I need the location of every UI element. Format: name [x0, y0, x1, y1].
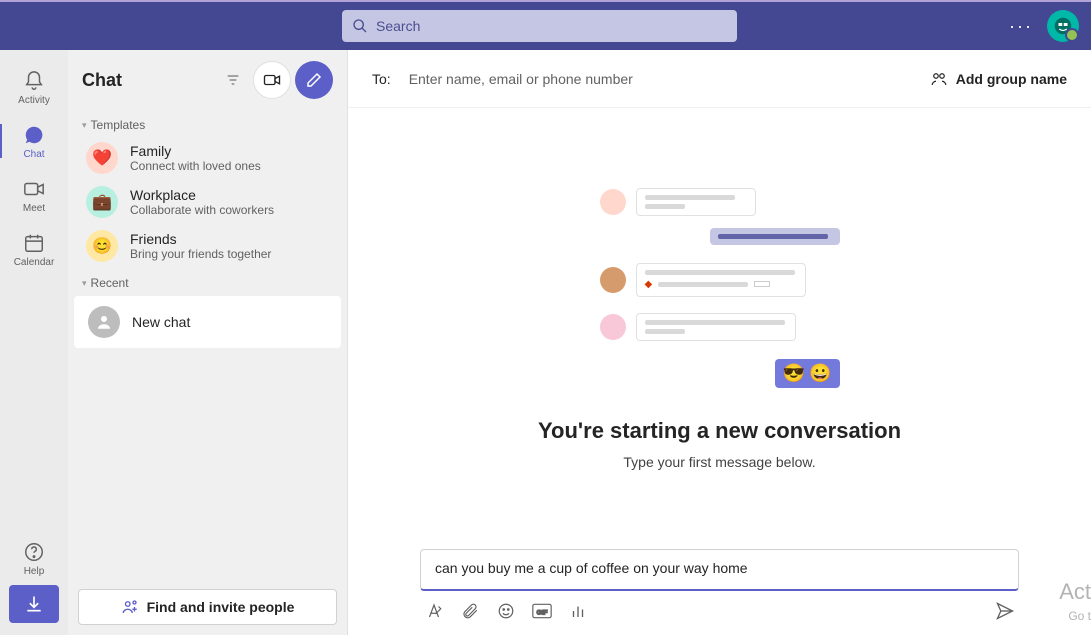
rail-label: Help: [24, 566, 45, 577]
emoji-button[interactable]: [496, 601, 516, 621]
template-workplace[interactable]: 💼 Workplace Collaborate with coworkers: [68, 180, 347, 224]
filter-icon: [225, 72, 241, 88]
chat-icon: [22, 123, 46, 147]
send-icon: [995, 601, 1015, 621]
person-icon: [88, 306, 120, 338]
briefcase-icon: 💼: [86, 186, 118, 218]
avatar-face-icon: [1054, 17, 1072, 35]
help-icon: [22, 540, 46, 564]
people-add-icon: [121, 598, 139, 616]
svg-text:GIF: GIF: [536, 609, 547, 616]
emoji-reaction-icon: 😎😀: [775, 359, 840, 388]
invite-people-button[interactable]: Find and invite people: [78, 589, 337, 625]
recent-title: New chat: [132, 314, 190, 330]
section-recent[interactable]: Recent: [68, 268, 347, 294]
compose-icon: [305, 71, 323, 89]
emoji-icon: [497, 602, 515, 620]
poll-icon: [569, 602, 587, 620]
to-input[interactable]: [409, 71, 930, 87]
smile-icon: 😊: [86, 230, 118, 262]
rail-label: Activity: [18, 95, 50, 106]
template-title: Workplace: [130, 187, 274, 203]
rail-label: Calendar: [14, 257, 55, 268]
rail-chat[interactable]: Chat: [0, 114, 68, 168]
recent-new-chat[interactable]: New chat: [74, 296, 341, 348]
rail-help[interactable]: Help: [0, 531, 68, 585]
rail-label: Chat: [23, 149, 44, 160]
search-wrap: [342, 10, 737, 42]
user-avatar[interactable]: [1047, 10, 1079, 42]
invite-label: Find and invite people: [147, 599, 295, 615]
format-button[interactable]: [424, 601, 444, 621]
paperclip-icon: [461, 602, 479, 620]
app-rail: Activity Chat Meet Calendar Help: [0, 50, 68, 635]
search-box[interactable]: [342, 10, 737, 42]
filter-button[interactable]: [217, 64, 249, 96]
meet-now-button[interactable]: [253, 61, 291, 99]
template-friends[interactable]: 😊 Friends Bring your friends together: [68, 224, 347, 268]
to-label: To:: [372, 71, 391, 87]
bell-icon: [22, 69, 46, 93]
conversation-area: To: Add group name ◆ 😎😀 Y: [348, 50, 1091, 635]
poll-button[interactable]: [568, 601, 588, 621]
rail-activity[interactable]: Activity: [0, 60, 68, 114]
gif-button[interactable]: GIF: [532, 601, 552, 621]
template-title: Family: [130, 143, 261, 159]
calendar-icon: [22, 231, 46, 255]
heart-icon: ❤️: [86, 142, 118, 174]
download-icon: [24, 594, 44, 614]
template-subtitle: Collaborate with coworkers: [130, 203, 274, 217]
download-button[interactable]: [9, 585, 59, 623]
template-subtitle: Connect with loved ones: [130, 159, 261, 173]
video-icon: [263, 71, 281, 89]
format-icon: [425, 602, 443, 620]
search-icon: [352, 18, 368, 34]
conversation-illustration: ◆ 😎😀: [600, 188, 840, 388]
title-bar: ···: [0, 0, 1091, 50]
empty-state: ◆ 😎😀 You're starting a new conversation …: [348, 108, 1091, 549]
add-group-name-button[interactable]: Add group name: [930, 70, 1067, 88]
chat-list-panel: Chat Templates ❤️ Family Connect with lo…: [68, 50, 348, 635]
composer: can you buy me a cup of coffee on your w…: [348, 549, 1091, 635]
rail-meet[interactable]: Meet: [0, 168, 68, 222]
template-family[interactable]: ❤️ Family Connect with loved ones: [68, 136, 347, 180]
message-input[interactable]: can you buy me a cup of coffee on your w…: [420, 549, 1019, 591]
video-icon: [22, 177, 46, 201]
rail-label: Meet: [23, 203, 45, 214]
panel-title: Chat: [82, 70, 213, 91]
people-icon: [930, 70, 948, 88]
panel-header: Chat: [68, 50, 347, 110]
search-input[interactable]: [376, 18, 727, 34]
empty-heading: You're starting a new conversation: [538, 418, 901, 444]
template-subtitle: Bring your friends together: [130, 247, 271, 261]
empty-subheading: Type your first message below.: [623, 454, 815, 470]
more-options-icon[interactable]: ···: [1009, 16, 1033, 37]
compose-toolbar: GIF: [420, 591, 1019, 621]
attach-button[interactable]: [460, 601, 480, 621]
gif-icon: GIF: [532, 603, 552, 619]
send-button[interactable]: [995, 601, 1015, 621]
new-chat-button[interactable]: [295, 61, 333, 99]
rail-calendar[interactable]: Calendar: [0, 222, 68, 276]
template-title: Friends: [130, 231, 271, 247]
to-row: To: Add group name: [348, 50, 1091, 108]
section-templates[interactable]: Templates: [68, 110, 347, 136]
